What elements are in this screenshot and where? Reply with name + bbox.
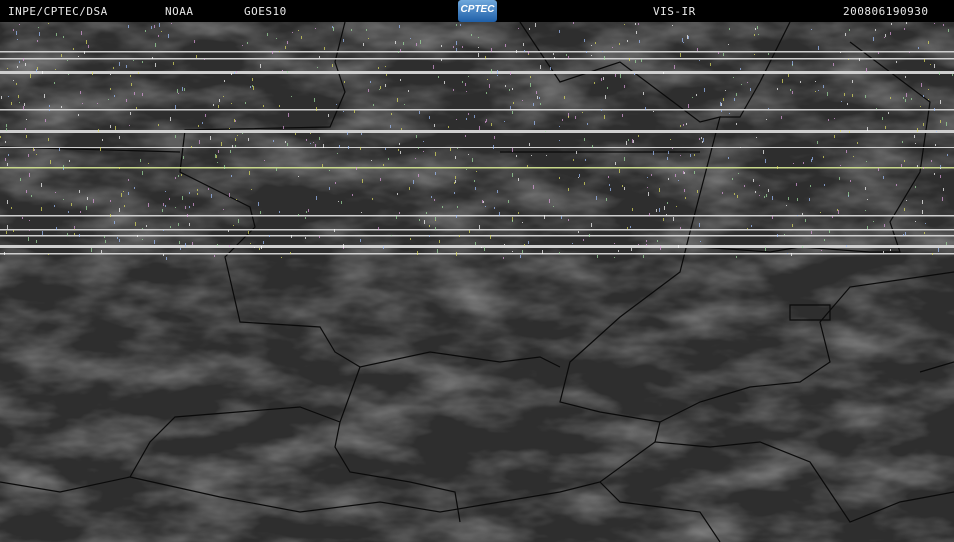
channel-label: VIS-IR	[653, 5, 696, 18]
satellite-imagery	[0, 22, 954, 542]
timestamp-label: 200806190930	[843, 5, 929, 18]
agency-label: INPE/CPTEC/DSA	[8, 5, 108, 18]
cptec-logo: CPTEC	[458, 0, 497, 22]
satellite-image-viewer: INPE/CPTEC/DSA NOAA GOES10 CPTEC VIS-IR …	[0, 0, 954, 542]
image-header: INPE/CPTEC/DSA NOAA GOES10 CPTEC VIS-IR …	[0, 0, 954, 22]
operator-label: NOAA	[165, 5, 194, 18]
satellite-label: GOES10	[244, 5, 287, 18]
